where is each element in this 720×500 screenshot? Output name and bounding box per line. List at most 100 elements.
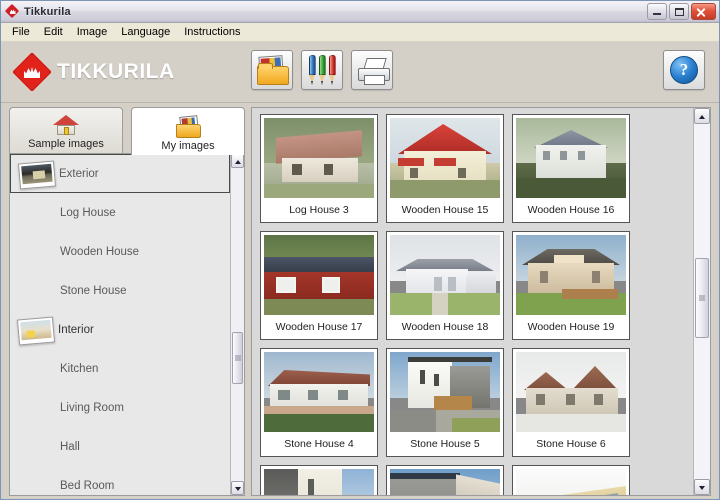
sidebar-item-label: Exterior [59,167,99,180]
question-mark-icon: ? [670,56,698,84]
thumbnail-image [264,118,374,198]
house-icon [53,114,79,136]
gallery-item[interactable]: Stone House 4 [260,348,378,457]
gallery-item[interactable] [260,465,378,495]
gallery-item[interactable] [512,465,630,495]
colors-button[interactable] [301,50,343,90]
thumbnail-image [390,118,500,198]
scroll-down-icon[interactable] [231,481,244,495]
sidebar-item-label: Log House [60,206,116,219]
sidebar-item-exterior[interactable]: Exterior [10,154,230,193]
gallery-item[interactable]: Wooden House 17 [260,231,378,340]
gallery-item[interactable]: Wooden House 19 [512,231,630,340]
minimize-button[interactable] [647,3,667,20]
sidebar-item-living-room[interactable]: Living Room [10,388,230,427]
sidebar-item-label: Kitchen [60,362,99,375]
sidebar-item-label: Living Room [60,401,124,414]
sidebar-item-wooden-house[interactable]: Wooden House [10,232,230,271]
sidebar-item-label: Stone House [60,284,127,297]
menu-item-file[interactable]: File [5,24,37,40]
exterior-photo-icon [17,159,57,190]
gallery-item[interactable]: Stone House 6 [512,348,630,457]
sidebar-item-interior[interactable]: Interior [10,310,230,349]
printer-icon [357,58,390,85]
toolbar-buttons [251,50,393,90]
folder-with-image-icon [257,55,289,85]
gallery-item-label: Wooden House 18 [401,321,489,333]
menu-item-image[interactable]: Image [70,24,115,40]
main-content-area: Sample images My images Exterior Log Hou… [1,103,719,499]
thumbnail-image [264,235,374,315]
window-controls [647,3,716,20]
open-images-button[interactable] [251,50,293,90]
gallery-item[interactable]: Wooden House 15 [386,114,504,223]
category-list: Exterior Log House Wooden House Stone Ho… [10,154,230,495]
app-icon [4,3,20,19]
sidebar-item-label: Interior [58,323,94,336]
interior-photo-icon [16,315,56,346]
brand-logo: TIKKURILA [12,52,175,92]
menu-bar: File Edit Image Language Instructions [1,23,719,42]
thumbnail-image [390,352,500,432]
thumbnail-image [516,352,626,432]
gallery-item[interactable]: Wooden House 18 [386,231,504,340]
gallery-item-label: Stone House 6 [536,438,606,450]
sidebar-item-kitchen[interactable]: Kitchen [10,349,230,388]
brand-toolbar: TIKKURILA ? [1,42,719,103]
sidebar-item-log-house[interactable]: Log House [10,193,230,232]
tikkurila-diamond-icon [12,52,52,92]
thumbnail-image [264,352,374,432]
gallery-scrollbar-thumb[interactable] [695,258,709,338]
tab-sample-images-label: Sample images [28,138,104,150]
tikkurila-application-window: Tikkurila File Edit Image Language Instr… [0,0,720,500]
gallery-item[interactable]: Stone House 5 [386,348,504,457]
print-button[interactable] [351,50,393,90]
sidebar-item-hall[interactable]: Hall [10,427,230,466]
close-button[interactable] [691,3,716,20]
gallery-grid: Log House 3 Wooden House 15 Wooden House… [260,114,693,495]
thumbnail-image [390,469,500,495]
gallery-item-label: Wooden House 15 [401,204,489,216]
gallery-item-label: Wooden House 16 [527,204,615,216]
thumbnail-image [390,235,500,315]
sidebar-item-bed-room[interactable]: Bed Room [10,466,230,495]
gallery-item-label: Log House 3 [289,204,349,216]
window-title: Tikkurila [24,5,71,18]
tab-sample-images[interactable]: Sample images [9,107,123,153]
brand-name: TIKKURILA [57,60,175,83]
scroll-up-icon[interactable] [231,154,244,168]
sidebar-scrollbar[interactable] [230,154,244,495]
help-button[interactable]: ? [663,50,705,90]
menu-item-edit[interactable]: Edit [37,24,70,40]
gallery-item[interactable] [386,465,504,495]
sidebar-scrollbar-thumb[interactable] [232,332,243,384]
scroll-up-icon[interactable] [694,108,710,124]
gallery-item-label: Wooden House 19 [527,321,615,333]
sidebar-item-stone-house[interactable]: Stone House [10,271,230,310]
gallery-scrollbar[interactable] [693,108,710,495]
tab-my-images[interactable]: My images [131,107,245,155]
gallery-item-label: Wooden House 17 [275,321,363,333]
gallery-item[interactable]: Wooden House 16 [512,114,630,223]
gallery-item[interactable]: Log House 3 [260,114,378,223]
gallery-item-label: Stone House 5 [410,438,480,450]
category-sidebar: Exterior Log House Wooden House Stone Ho… [9,153,245,496]
maximize-button[interactable] [669,3,689,20]
thumbnail-image [516,235,626,315]
thumbnail-image [516,118,626,198]
gallery-item-label: Stone House 4 [284,438,354,450]
menu-item-language[interactable]: Language [114,24,177,40]
thumbnail-image [264,469,374,495]
colored-pencils-icon [309,55,337,87]
image-source-tabs: Sample images My images [9,107,245,155]
menu-item-instructions[interactable]: Instructions [177,24,247,40]
sidebar-item-label: Bed Room [60,479,115,492]
gallery-grid-viewport: Log House 3 Wooden House 15 Wooden House… [252,108,693,495]
image-gallery: Log House 3 Wooden House 15 Wooden House… [251,107,711,496]
scroll-down-icon[interactable] [694,479,710,495]
sidebar-item-label: Hall [60,440,80,453]
thumbnail-image [516,469,626,495]
folder-photo-icon [175,115,201,138]
tab-my-images-label: My images [161,140,215,152]
title-bar: Tikkurila [1,1,719,23]
